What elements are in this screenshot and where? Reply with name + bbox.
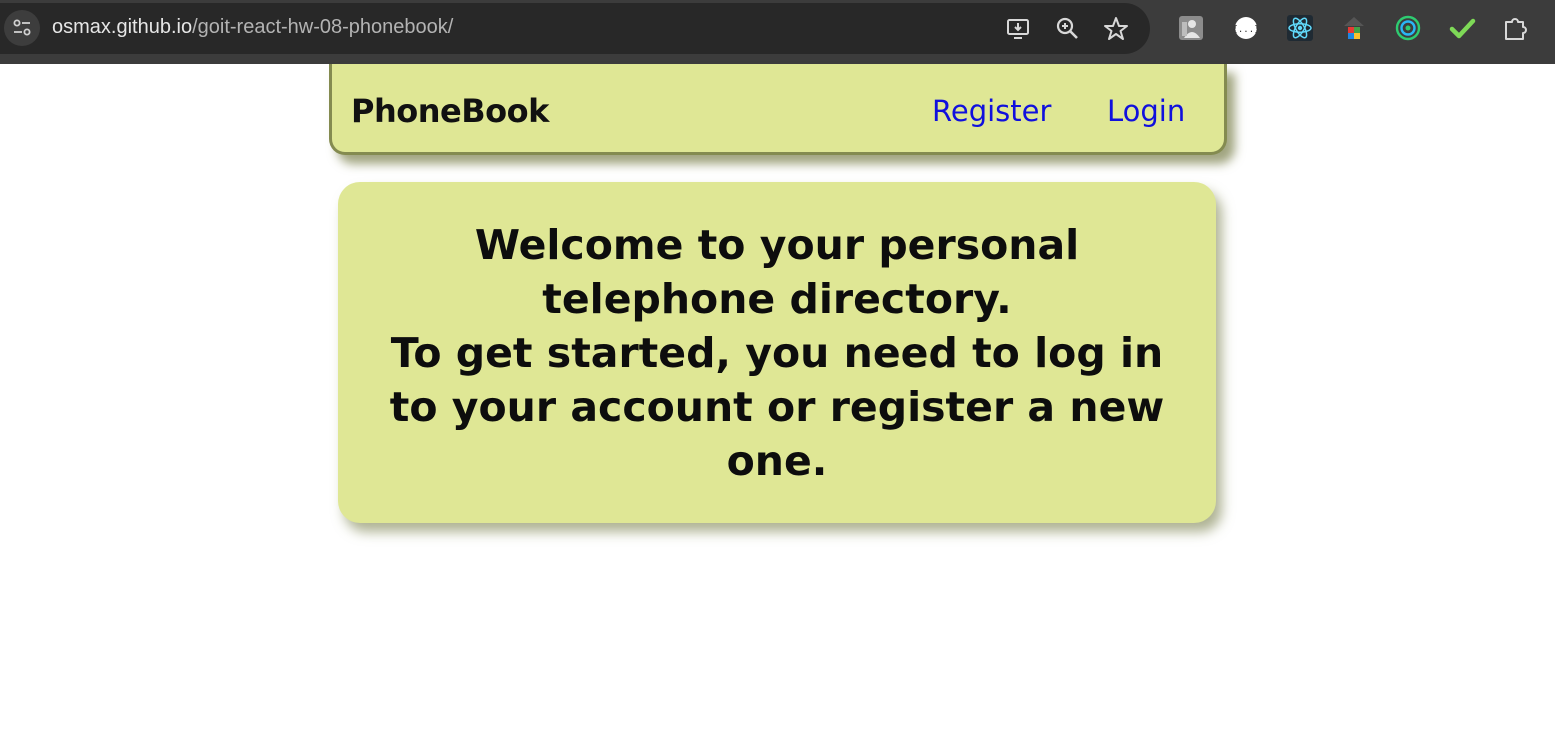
app-header: PhoneBook Register Login: [329, 64, 1227, 155]
browser-toolbar: osmax.github.io/goit-react-hw-08-phonebo…: [0, 0, 1555, 64]
address-bar[interactable]: osmax.github.io/goit-react-hw-08-phonebo…: [0, 3, 1150, 54]
install-app-icon[interactable]: [1006, 16, 1032, 42]
extensions-puzzle-icon[interactable]: [1502, 14, 1530, 42]
checkmark-extension-icon[interactable]: [1448, 14, 1476, 42]
react-devtools-icon[interactable]: [1286, 14, 1314, 42]
json-viewer-extension-icon[interactable]: {...}: [1232, 14, 1260, 42]
url-host: osmax.github.io: [52, 16, 193, 38]
welcome-line-1: Welcome to your personal telephone direc…: [474, 220, 1080, 323]
zoom-icon[interactable]: [1055, 16, 1081, 42]
login-link[interactable]: Login: [1107, 94, 1185, 128]
page-content: PhoneBook Register Login Welcome to your…: [0, 64, 1555, 739]
target-extension-icon[interactable]: [1394, 14, 1422, 42]
svg-text:{...}: {...}: [1232, 25, 1259, 35]
logo[interactable]: PhoneBook: [351, 92, 549, 130]
welcome-message: Welcome to your personal telephone direc…: [338, 218, 1216, 488]
register-link[interactable]: Register: [932, 94, 1051, 128]
welcome-line-2: To get started, you need to log in to yo…: [389, 328, 1165, 485]
url-text[interactable]: osmax.github.io/goit-react-hw-08-phonebo…: [52, 16, 453, 39]
url-path: /goit-react-hw-08-phonebook/: [192, 16, 454, 38]
site-info-icon[interactable]: [4, 10, 40, 46]
profile-extension-icon[interactable]: [1177, 14, 1205, 42]
color-picker-extension-icon[interactable]: [1340, 14, 1368, 42]
welcome-card: Welcome to your personal telephone direc…: [338, 182, 1216, 523]
bookmark-star-icon[interactable]: [1103, 16, 1129, 42]
